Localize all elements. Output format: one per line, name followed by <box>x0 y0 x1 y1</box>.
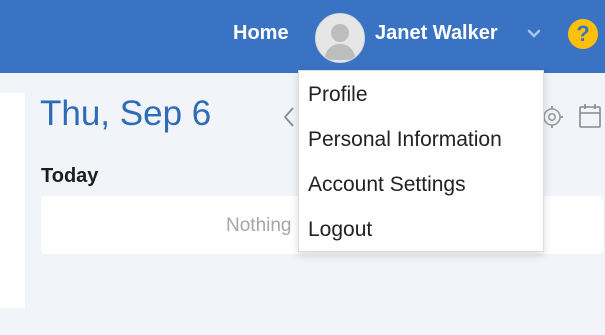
user-name-menu[interactable]: Janet Walker <box>375 22 498 45</box>
menu-item-profile[interactable]: Profile <box>308 83 368 107</box>
menu-item-personal-information[interactable]: Personal Information <box>308 128 502 152</box>
menu-item-account-settings[interactable]: Account Settings <box>308 173 466 197</box>
menu-item-logout[interactable]: Logout <box>308 218 372 242</box>
page-title: Thu, Sep 6 <box>40 94 212 133</box>
top-nav-bar: Home Janet Walker ? <box>0 0 605 73</box>
user-avatar[interactable] <box>315 13 365 63</box>
empty-state-text: Nothing <box>226 215 292 236</box>
side-panel-edge <box>0 93 25 308</box>
avatar-silhouette-icon <box>316 14 364 62</box>
calendar-icon[interactable] <box>578 102 602 130</box>
user-dropdown-menu: Profile Personal Information Account Set… <box>298 70 544 252</box>
home-link[interactable]: Home <box>233 22 289 45</box>
help-icon[interactable]: ? <box>568 19 598 49</box>
chevron-left-icon[interactable] <box>281 105 297 129</box>
chevron-down-icon[interactable] <box>527 28 541 40</box>
section-heading-today: Today <box>41 165 99 187</box>
